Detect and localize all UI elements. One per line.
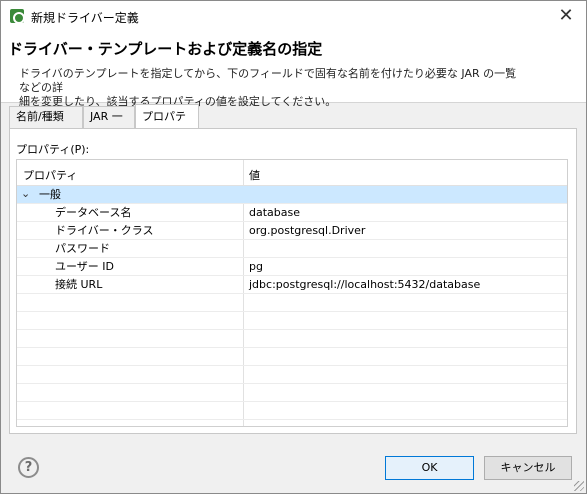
property-value[interactable]: jdbc:postgresql://localhost:5432/databas…: [249, 278, 480, 292]
properties-table: プロパティ 値 ⌄ 一般 データベース名 database ドライバー・クラス …: [16, 159, 568, 427]
property-name: 接続 URL: [55, 278, 103, 291]
property-name: ユーザー ID: [55, 260, 114, 273]
table-row[interactable]: パスワード: [17, 240, 567, 258]
empty-row: [17, 330, 567, 348]
window-title: 新規ドライバー定義: [31, 11, 139, 25]
chevron-down-icon[interactable]: ⌄: [21, 187, 30, 200]
group-label: 一般: [39, 188, 61, 201]
empty-row: [17, 294, 567, 312]
empty-row: [17, 402, 567, 420]
app-icon: [10, 9, 25, 24]
table-header: プロパティ 値: [17, 160, 567, 186]
tab-jar-list[interactable]: JAR 一覧: [83, 106, 135, 143]
help-button[interactable]: ?: [18, 457, 39, 478]
tab-properties[interactable]: プロパティー: [135, 104, 199, 147]
property-value[interactable]: database: [249, 206, 300, 220]
description-line-1: ドライバのテンプレートを指定してから、下のフィールドで固有な名前を付けたり必要な…: [19, 67, 517, 94]
dialog-header: ドライバー・テンプレートおよび定義名の指定 ドライバのテンプレートを指定してから…: [1, 31, 586, 108]
dialog-window: 新規ドライバー定義 ✕ ドライバー・テンプレートおよび定義名の指定 ドライバのテ…: [0, 0, 587, 494]
table-row[interactable]: ユーザー ID pg: [17, 258, 567, 276]
properties-label: プロパティ(P):: [16, 143, 90, 156]
close-button[interactable]: ✕: [556, 6, 576, 26]
tab-name-type[interactable]: 名前/種類: [9, 106, 83, 128]
property-name: データベース名: [55, 206, 132, 219]
property-name: パスワード: [55, 242, 110, 255]
properties-panel: プロパティ(P): プロパティ 値 ⌄ 一般 データベース名 database …: [9, 128, 577, 434]
column-header-value[interactable]: 値: [249, 167, 260, 183]
empty-row: [17, 312, 567, 330]
cancel-button[interactable]: キャンセル: [484, 456, 572, 480]
property-name: ドライバー・クラス: [55, 224, 154, 237]
resize-grip[interactable]: [574, 481, 584, 491]
group-row-general[interactable]: ⌄ 一般: [17, 186, 567, 204]
ok-button[interactable]: OK: [385, 456, 474, 480]
property-value[interactable]: pg: [249, 260, 263, 274]
title-bar: 新規ドライバー定義 ✕: [1, 1, 586, 31]
table-row[interactable]: データベース名 database: [17, 204, 567, 222]
page-description: ドライバのテンプレートを指定してから、下のフィールドで固有な名前を付けたり必要な…: [19, 67, 519, 109]
page-title: ドライバー・テンプレートおよび定義名の指定: [8, 40, 323, 58]
property-value[interactable]: org.postgresql.Driver: [249, 224, 365, 238]
column-header-property[interactable]: プロパティ: [23, 167, 77, 183]
table-row[interactable]: 接続 URL jdbc:postgresql://localhost:5432/…: [17, 276, 567, 294]
empty-row: [17, 348, 567, 366]
empty-row: [17, 366, 567, 384]
table-row[interactable]: ドライバー・クラス org.postgresql.Driver: [17, 222, 567, 240]
empty-row: [17, 384, 567, 402]
